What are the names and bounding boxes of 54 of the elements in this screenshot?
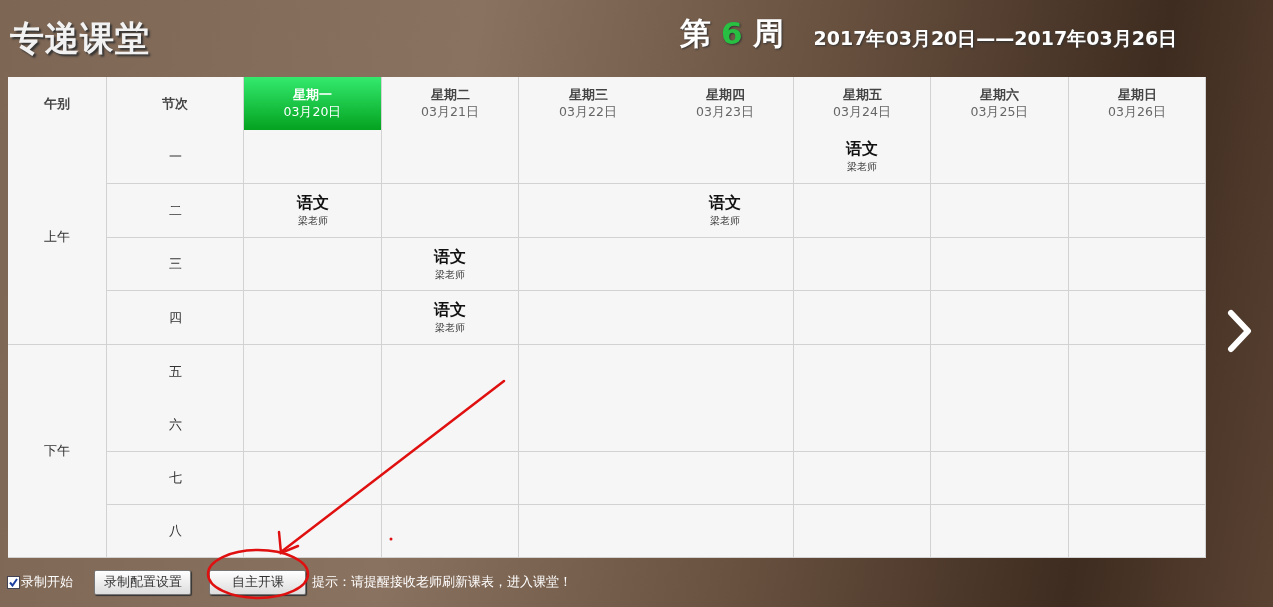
day-heading[interactable]: 星期日 03月26日 — [1069, 77, 1206, 130]
teacher-name: 梁老师 — [710, 214, 740, 228]
teacher-name: 梁老师 — [297, 214, 328, 228]
day-name: 星期六 — [980, 86, 1019, 104]
day-date: 03月22日 — [559, 104, 617, 121]
checkbox[interactable] — [7, 575, 20, 589]
annotation-dot — [389, 537, 393, 541]
day-name: 星期一 — [293, 86, 332, 104]
day-heading[interactable]: 星期二 03月21日 — [382, 77, 519, 130]
period-cell: 二 — [107, 184, 244, 238]
day-name: 星期二 — [430, 86, 470, 104]
period-cell: 一 — [107, 130, 244, 184]
hint-text: 提示：请提醒接收老师刷新课表，进入课堂！ — [312, 573, 572, 591]
period-cell: 五 — [107, 345, 244, 398]
course-name: 语文 — [434, 246, 466, 268]
action-button[interactable]: 自主开课 — [209, 569, 306, 595]
day-date: 03月25日 — [970, 104, 1029, 121]
day-heading[interactable]: 星期五 03月24日 — [794, 77, 931, 130]
course-name: 语文 — [846, 139, 878, 160]
week-label: 周 — [752, 13, 784, 53]
period-cell: 四 — [107, 291, 244, 345]
day-name: 星期三 — [568, 86, 608, 104]
period-cell: 六 — [107, 398, 244, 452]
teacher-name: 梁老师 — [847, 160, 877, 174]
period-cell: 七 — [107, 452, 244, 505]
chevron-right-icon — [1226, 309, 1253, 353]
week-label: 第 — [680, 13, 711, 53]
day-name: 星期日 — [1117, 86, 1157, 104]
course-name: 语文 — [709, 193, 741, 214]
day-name: 星期四 — [705, 86, 745, 104]
checkbox-label: 录制开始 — [21, 573, 73, 591]
day-heading[interactable]: 星期四 03月23日 — [657, 77, 794, 130]
day-heading[interactable]: 星期六 03月25日 — [931, 77, 1069, 130]
session-cell: 下午 — [8, 345, 107, 558]
course-name: 语文 — [434, 300, 466, 321]
period-cell: 三 — [107, 238, 244, 291]
day-heading[interactable]: 星期三 03月22日 — [519, 77, 657, 130]
action-button[interactable]: 录制配置设置 — [94, 569, 191, 595]
day-date: 03月26日 — [1108, 104, 1166, 121]
logo: 专递课堂 — [10, 16, 151, 60]
day-date: 03月23日 — [696, 104, 754, 121]
day-name: 星期五 — [842, 86, 882, 104]
teacher-name: 梁老师 — [435, 321, 465, 335]
column-heading: 午别 — [8, 77, 107, 130]
day-date: 03月21日 — [421, 104, 479, 121]
course-name: 语文 — [296, 193, 329, 214]
date-range: 2017年03月20日——2017年03月26日 — [813, 25, 1178, 51]
day-date: 03月20日 — [283, 104, 342, 121]
next-week-button[interactable] — [1226, 309, 1253, 353]
session-cell: 上午 — [8, 130, 107, 345]
week-number: 6 — [721, 14, 743, 51]
teacher-name: 梁老师 — [435, 267, 465, 282]
day-date: 03月24日 — [833, 104, 891, 121]
period-cell: 八 — [107, 505, 244, 558]
